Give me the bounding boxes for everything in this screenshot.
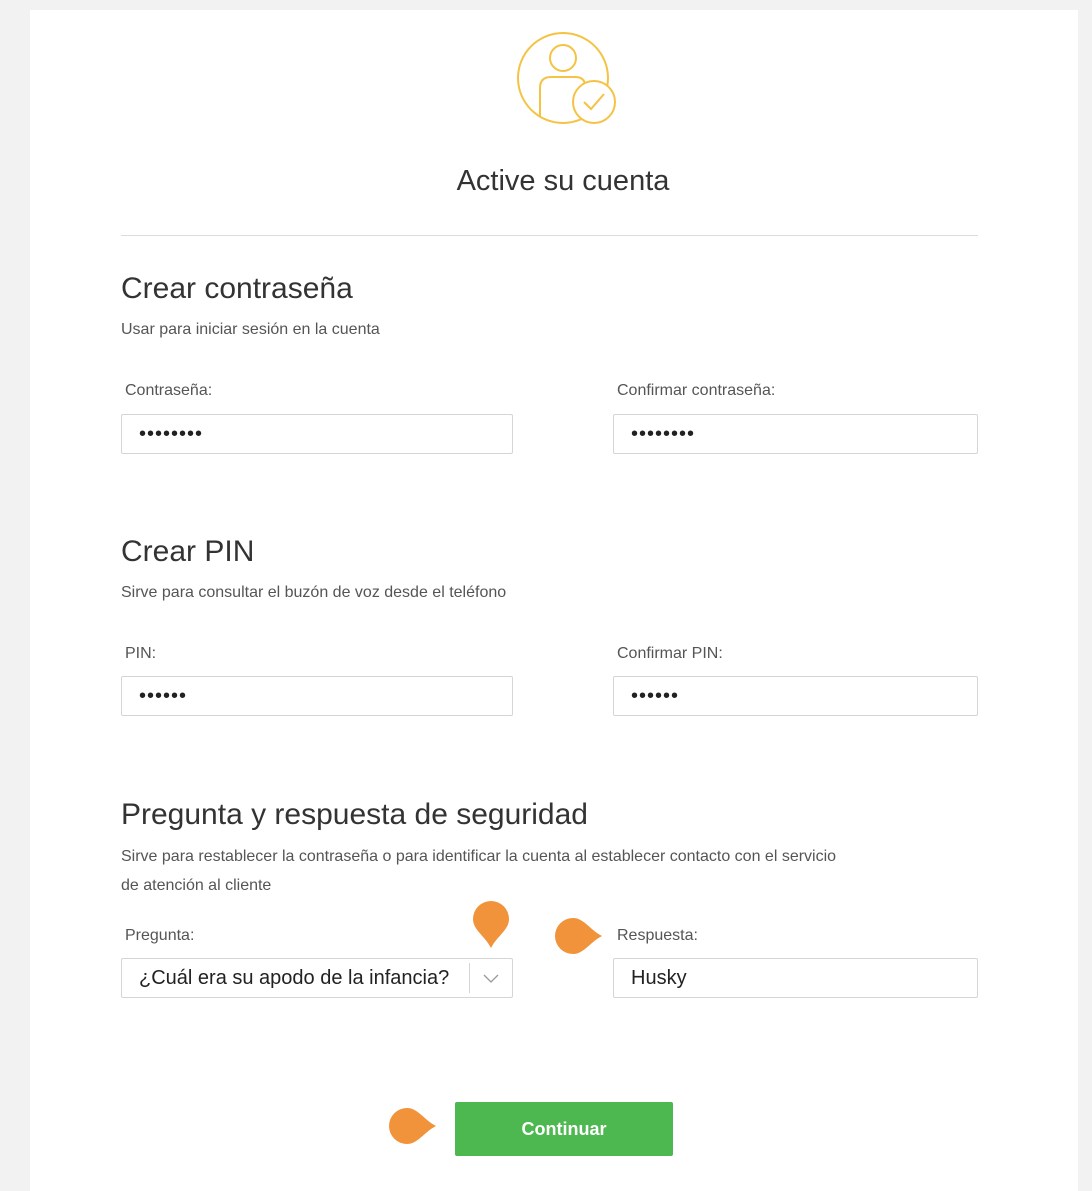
confirm-password-label: Confirmar contraseña:	[617, 382, 776, 399]
user-check-icon	[517, 32, 616, 124]
chevron-down-icon	[483, 974, 499, 983]
confirm-password-field[interactable]: ••••••••	[613, 414, 978, 454]
callout-marker-button-icon	[389, 1108, 436, 1144]
answer-label: Respuesta:	[617, 927, 698, 944]
confirm-pin-value: ••••••	[631, 684, 680, 707]
continue-button[interactable]: Continuar	[455, 1102, 673, 1156]
pin-value: ••••••	[139, 684, 188, 707]
security-section-title: Pregunta y respuesta de seguridad	[121, 798, 588, 831]
password-field[interactable]: ••••••••	[121, 414, 513, 454]
select-divider	[469, 963, 470, 993]
confirm-pin-field[interactable]: ••••••	[613, 676, 978, 716]
activation-card: Active su cuenta Crear contraseña Usar p…	[30, 10, 1078, 1191]
pin-section-title: Crear PIN	[121, 535, 255, 568]
security-answer-value: Husky	[631, 966, 687, 989]
page-title: Active su cuenta	[456, 165, 670, 197]
security-question-value: ¿Cuál era su apodo de la infancia?	[139, 966, 450, 989]
confirm-pin-label: Confirmar PIN:	[617, 645, 723, 662]
password-value: ••••••••	[139, 422, 204, 445]
callout-marker-down-icon	[473, 901, 509, 948]
password-label: Contraseña:	[125, 382, 213, 399]
password-section-description: Usar para iniciar sesión en la cuenta	[121, 321, 380, 338]
pin-section-description: Sirve para consultar el buzón de voz des…	[121, 584, 507, 601]
security-answer-field[interactable]: Husky	[613, 958, 978, 998]
pin-field[interactable]: ••••••	[121, 676, 513, 716]
password-section-title: Crear contraseña	[121, 272, 353, 305]
title-divider	[121, 235, 978, 236]
confirm-password-value: ••••••••	[631, 422, 696, 445]
question-label: Pregunta:	[125, 927, 195, 944]
security-question-select[interactable]: ¿Cuál era su apodo de la infancia?	[121, 958, 513, 998]
security-section-description-line1: Sirve para restablecer la contraseña o p…	[121, 848, 837, 865]
pin-label: PIN:	[125, 645, 157, 662]
callout-marker-right-icon	[555, 918, 602, 954]
security-section-description-line2: de atención al cliente	[121, 877, 272, 894]
